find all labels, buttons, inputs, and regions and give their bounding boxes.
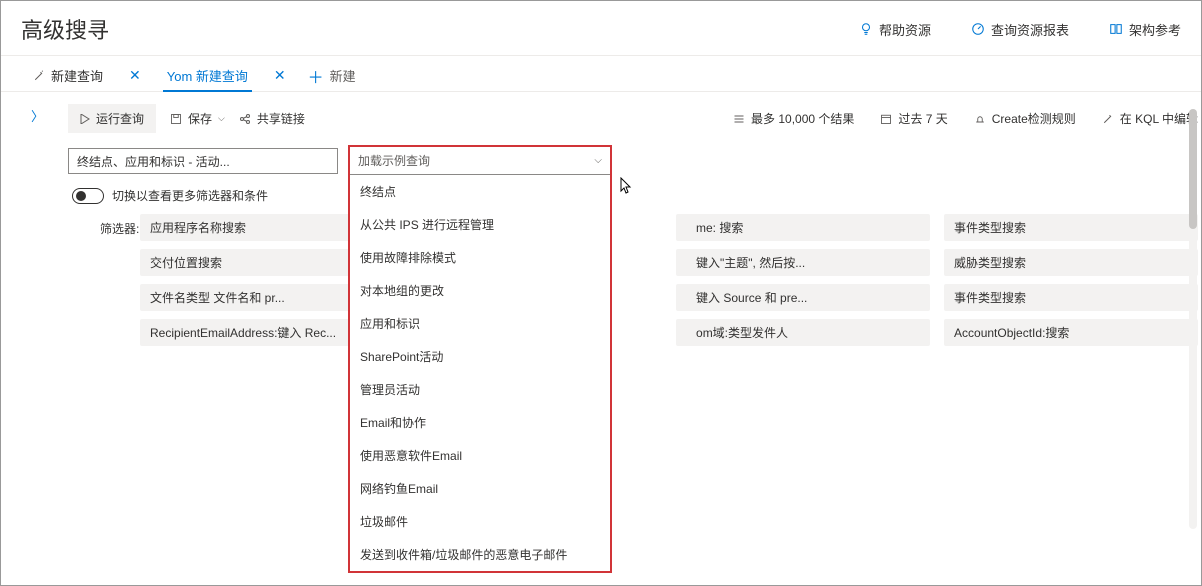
- sample-query-dropdown[interactable]: 加载示例查询 ⌵ 终结点 从公共 IPS 进行远程管理 使用故障排除模式 对本地…: [348, 145, 612, 177]
- wand-icon: [33, 70, 45, 82]
- save-button[interactable]: 保存 ⌵: [170, 110, 225, 127]
- lightbulb-icon: [859, 22, 873, 36]
- dropdown-item[interactable]: 使用故障排除模式: [350, 241, 610, 274]
- dropdown-item[interactable]: 发送到收件箱/垃圾邮件的恶意电子邮件: [350, 538, 610, 571]
- filter-chip[interactable]: 事件类型搜索: [944, 284, 1198, 311]
- filter-chip[interactable]: 威胁类型搜索: [944, 249, 1198, 276]
- tab1-label: 新建查询: [51, 66, 103, 85]
- dropdown-list: 终结点 从公共 IPS 进行远程管理 使用故障排除模式 对本地组的更改 应用和标…: [348, 175, 612, 573]
- play-icon: [80, 114, 90, 124]
- page-title: 高级搜寻: [21, 13, 109, 45]
- tab-yom-new-query[interactable]: Yom 新建查询: [163, 60, 252, 91]
- schema-label: 架构参考: [1129, 20, 1181, 39]
- dropdown-item[interactable]: 使用恶意软件Email: [350, 439, 610, 472]
- more-filters-toggle[interactable]: [72, 188, 104, 204]
- filter-chip[interactable]: om域:类型发件人: [676, 319, 930, 346]
- tab1-close-icon[interactable]: ✕: [125, 67, 145, 84]
- activity-filter-input[interactable]: [68, 148, 338, 174]
- filter-chip[interactable]: me: 搜索: [676, 214, 930, 241]
- header-links: 帮助资源 查询资源报表 架构参考: [859, 20, 1181, 39]
- time-range[interactable]: 过去 7 天: [880, 110, 947, 127]
- tab-bar: 新建查询 ✕ Yom 新建查询 ✕ ＋ 新建: [1, 56, 1201, 92]
- help-label: 帮助资源: [879, 20, 931, 39]
- tab2-label: Yom 新建查询: [167, 66, 248, 85]
- list-icon: [733, 113, 745, 125]
- filter-chip[interactable]: 事件类型搜索: [944, 214, 1198, 241]
- filter-chip[interactable]: 键入 Source 和 pre...: [676, 284, 930, 311]
- chevron-right-icon[interactable]: 〉: [31, 109, 44, 124]
- plus-icon: ＋: [308, 64, 324, 88]
- alert-icon: [974, 113, 986, 125]
- toggle-label: 切换以查看更多筛选器和条件: [112, 187, 268, 204]
- calendar-icon: [880, 113, 892, 125]
- filter-chip[interactable]: AccountObjectId:搜索: [944, 319, 1198, 346]
- dropdown-item[interactable]: 应用和标识: [350, 307, 610, 340]
- scrollbar-thumb[interactable]: [1189, 109, 1197, 229]
- newtab-label: 新建: [330, 66, 356, 85]
- dropdown-item[interactable]: 垃圾邮件: [350, 505, 610, 538]
- share-label: 共享链接: [257, 110, 305, 127]
- dropdown-placeholder: 加载示例查询: [358, 152, 430, 169]
- tab-new-query-1[interactable]: 新建查询: [29, 60, 107, 91]
- side-expand-panel: 〉: [1, 92, 44, 346]
- toggle-row: 切换以查看更多筛选器和条件: [44, 187, 1198, 214]
- filters-label: 筛选器:: [72, 220, 140, 237]
- book-icon: [1109, 22, 1123, 36]
- query-toolbar: 运行查询 保存 ⌵ 共享链接: [44, 104, 1198, 145]
- toggle-knob: [76, 191, 86, 201]
- dropdown-item[interactable]: Email和协作: [350, 406, 610, 439]
- results-limit[interactable]: 最多 10,000 个结果: [733, 110, 854, 127]
- gauge-icon: [971, 22, 985, 36]
- filter-row: 加载示例查询 ⌵ 终结点 从公共 IPS 进行远程管理 使用故障排除模式 对本地…: [44, 145, 1198, 187]
- wand-icon: [1102, 113, 1114, 125]
- filter-chips-area: 应用程序名称搜索 me: 搜索 事件类型搜索 交付位置搜索 键入"主题", 然后…: [140, 214, 1198, 346]
- create-detection-rule[interactable]: Create检测规则: [974, 110, 1076, 127]
- dropdown-item[interactable]: 对本地组的更改: [350, 274, 610, 307]
- main-panel: 运行查询 保存 ⌵ 共享链接: [44, 92, 1202, 346]
- dropdown-item[interactable]: 管理员活动: [350, 373, 610, 406]
- chevron-down-icon: ⌵: [594, 155, 602, 166]
- new-tab-button[interactable]: ＋ 新建: [308, 64, 356, 88]
- help-resources-link[interactable]: 帮助资源: [859, 20, 931, 39]
- dropdown-header[interactable]: 加载示例查询 ⌵: [350, 147, 610, 175]
- share-icon: [239, 113, 251, 125]
- results-label: 最多 10,000 个结果: [751, 110, 854, 127]
- timerange-label: 过去 7 天: [898, 110, 947, 127]
- dropdown-item[interactable]: SharePoint活动: [350, 340, 610, 373]
- run-label: 运行查询: [96, 110, 144, 127]
- vertical-scrollbar[interactable]: [1189, 109, 1197, 529]
- save-label: 保存: [188, 110, 212, 127]
- filter-chip[interactable]: 键入"主题", 然后按...: [676, 249, 930, 276]
- report-label: 查询资源报表: [991, 20, 1069, 39]
- schema-reference-link[interactable]: 架构参考: [1109, 20, 1181, 39]
- chevron-down-icon: ⌵: [218, 113, 225, 124]
- share-link-button[interactable]: 共享链接: [239, 110, 305, 127]
- dropdown-item[interactable]: 终结点: [350, 175, 610, 208]
- tab2-close-icon[interactable]: ✕: [270, 67, 290, 84]
- dropdown-item[interactable]: 从公共 IPS 进行远程管理: [350, 208, 610, 241]
- page-header: 高级搜寻 帮助资源 查询资源报表 架构参考: [1, 1, 1201, 56]
- detect-label: Create检测规则: [992, 110, 1076, 127]
- dropdown-item[interactable]: 网络钓鱼Email: [350, 472, 610, 505]
- save-icon: [170, 113, 182, 125]
- kql-label: 在 KQL 中编辑: [1120, 110, 1198, 127]
- run-query-button[interactable]: 运行查询: [68, 104, 156, 133]
- query-report-link[interactable]: 查询资源报表: [971, 20, 1069, 39]
- edit-in-kql[interactable]: 在 KQL 中编辑: [1102, 110, 1198, 127]
